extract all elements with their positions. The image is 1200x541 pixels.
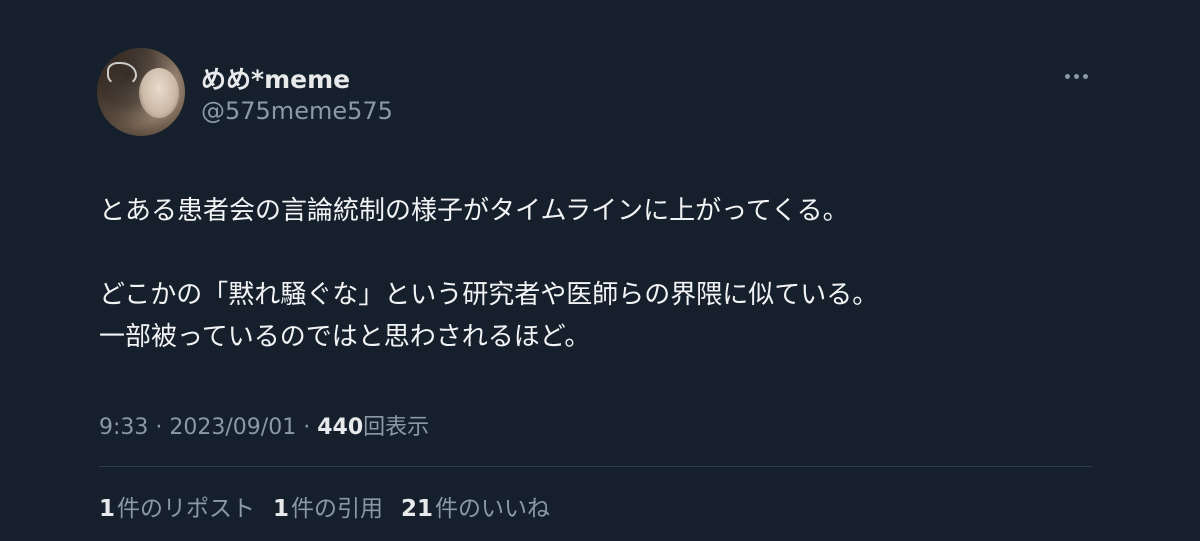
avatar[interactable] [97, 48, 185, 136]
tweet-meta: 9:33 · 2023/09/01 · 440回表示 [99, 409, 429, 441]
quotes-count: 1 [273, 496, 290, 522]
more-dot [1065, 73, 1070, 79]
views-count: 440 [317, 415, 364, 440]
tweet-line: 一部被っているのではと思わされるほど。 [99, 322, 591, 352]
avatar-doodle [107, 62, 137, 86]
user-handle[interactable]: @575meme575 [201, 97, 393, 125]
display-name[interactable]: めめ*meme [201, 60, 350, 96]
divider [99, 466, 1092, 467]
tweet-line: とある患者会の言論統制の様子がタイムラインに上がってくる。 [99, 196, 849, 226]
meta-separator: · [303, 415, 318, 440]
more-dot [1083, 73, 1088, 79]
tweet-text: とある患者会の言論統制の様子がタイムラインに上がってくる。 どこかの「黙れ騒ぐな… [99, 190, 1099, 358]
likes-label: 件のいいね [435, 496, 551, 522]
more-options-icon[interactable] [1065, 66, 1091, 86]
reposts-count: 1 [99, 496, 116, 522]
avatar-face [139, 68, 179, 118]
reposts-link[interactable]: 1件のリポスト [99, 489, 255, 523]
quotes-link[interactable]: 1件の引用 [273, 489, 383, 523]
tweet-card: めめ*meme @575meme575 とある患者会の言論統制の様子がタイムライ… [0, 0, 1200, 541]
meta-separator: · [155, 415, 170, 440]
likes-link[interactable]: 21件のいいね [401, 489, 550, 523]
more-dot [1074, 73, 1079, 79]
likes-count: 21 [401, 496, 434, 522]
tweet-date[interactable]: 2023/09/01 [169, 415, 296, 440]
views-label: 回表示 [363, 415, 430, 440]
tweet-stats: 1件のリポスト 1件の引用 21件のいいね [99, 489, 550, 523]
tweet-time[interactable]: 9:33 [99, 415, 148, 440]
quotes-label: 件の引用 [291, 496, 384, 522]
tweet-line: どこかの「黙れ騒ぐな」という研究者や医師らの界隈に似ている。 [99, 280, 879, 310]
reposts-label: 件のリポスト [117, 496, 256, 522]
